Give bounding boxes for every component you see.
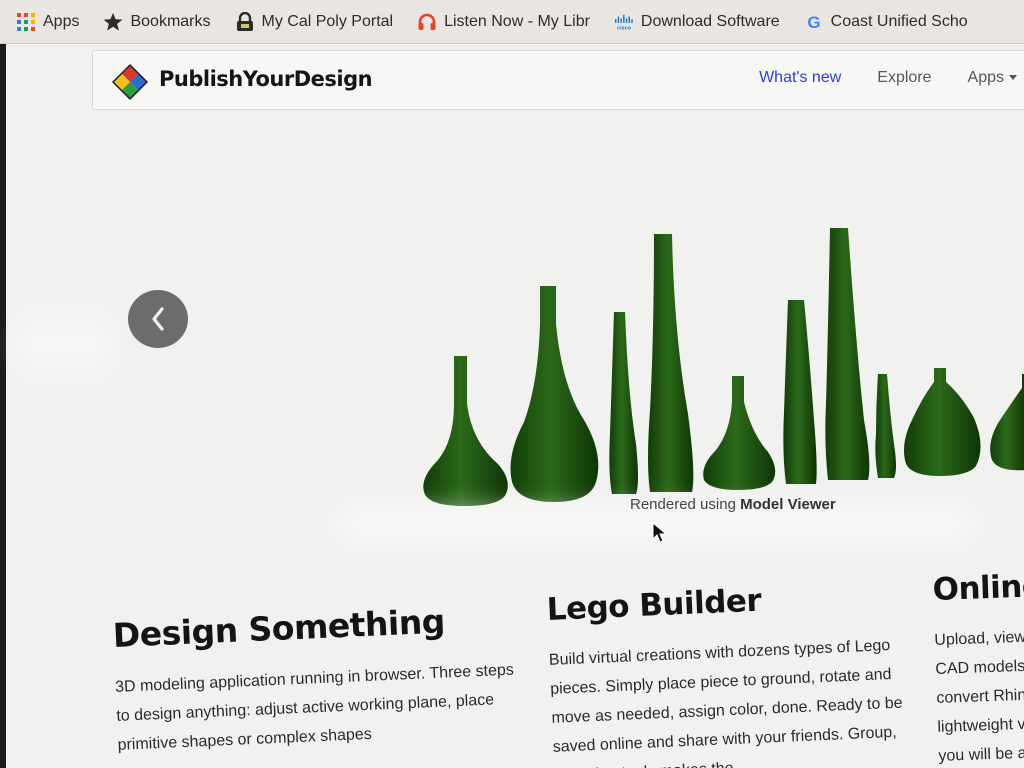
lock-icon <box>235 11 255 32</box>
vase-9 <box>904 368 981 476</box>
feature-description: Build virtual creations with dozens type… <box>548 637 903 768</box>
bookmark-coast-unified[interactable]: G Coast Unified Scho <box>804 12 968 32</box>
bookmark-label: Listen Now - My Libr <box>444 12 590 30</box>
vase-4 <box>648 234 694 492</box>
feature-description: Upload, view, CAD models. convert Rhino … <box>934 628 1024 765</box>
mouse-cursor-icon <box>652 522 668 543</box>
bookmark-download-software[interactable]: cisco Download Software <box>614 12 780 32</box>
bookmarks-bar: Apps Bookmarks My Cal Poly Portal Listen… <box>0 0 1024 44</box>
feature-title[interactable]: Lego Builder <box>546 576 917 628</box>
nav-explore[interactable]: Explore <box>877 69 931 87</box>
bookmark-listen-now[interactable]: Listen Now - My Libr <box>417 12 590 32</box>
brand-name[interactable]: PublishYourDesign <box>159 67 373 91</box>
svg-text:G: G <box>807 13 820 31</box>
nav-links: What's new Explore Apps <box>759 69 1017 87</box>
vase-5 <box>703 376 776 490</box>
vase-6 <box>783 300 817 484</box>
vase-2 <box>510 286 599 502</box>
bookmark-label: Bookmarks <box>130 12 211 30</box>
vase-3 <box>609 312 638 494</box>
carousel-caption: Rendered using Model Viewer <box>630 496 836 513</box>
nav-whats-new[interactable]: What's new <box>759 69 841 87</box>
chevron-left-icon <box>152 307 164 331</box>
feature-design-something: Design Something 3D modeling application… <box>112 598 528 760</box>
feature-title[interactable]: Design Something <box>112 598 523 655</box>
feature-title[interactable]: Online <box>932 569 1024 608</box>
carousel-prev-button[interactable] <box>128 290 188 348</box>
bookmark-label: Apps <box>43 12 80 30</box>
caption-model-viewer[interactable]: Model Viewer <box>740 496 836 513</box>
carousel-vases-render <box>423 228 1024 506</box>
bookmark-label: Coast Unified Scho <box>830 12 968 30</box>
star-icon <box>103 12 123 32</box>
chevron-down-icon <box>1009 75 1017 81</box>
feature-lego-builder: Lego Builder Build virtual creations wit… <box>546 576 924 768</box>
screen-glare <box>14 314 114 374</box>
publishyourdesign-logo[interactable] <box>111 63 149 101</box>
caption-prefix: Rendered using <box>630 496 736 513</box>
bookmark-apps[interactable]: Apps <box>16 12 79 32</box>
nav-apps-dropdown[interactable]: Apps <box>968 69 1017 87</box>
site-navbar: PublishYourDesign What's new Explore App… <box>92 50 1024 110</box>
bookmark-bookmarks[interactable]: Bookmarks <box>103 12 211 32</box>
headphones-icon <box>417 12 437 32</box>
google-icon: G <box>804 12 824 32</box>
bookmark-label: Download Software <box>640 12 780 30</box>
apps-grid-icon <box>16 12 36 32</box>
bookmark-label: My Cal Poly Portal <box>261 12 394 30</box>
vase-1 <box>423 356 508 506</box>
vase-10 <box>990 374 1024 471</box>
nav-apps-label: Apps <box>967 69 1004 86</box>
vase-8 <box>875 374 896 478</box>
feature-online: Online Upload, view, CAD models. convert… <box>932 569 1024 768</box>
cisco-icon: cisco <box>614 12 634 32</box>
svg-text:cisco: cisco <box>617 25 632 31</box>
feature-description: 3D modeling application running in brows… <box>114 661 515 754</box>
bookmark-cal-poly-portal[interactable]: My Cal Poly Portal <box>235 11 394 32</box>
vase-7 <box>825 228 870 480</box>
page: PublishYourDesign What's new Explore App… <box>6 44 1024 768</box>
